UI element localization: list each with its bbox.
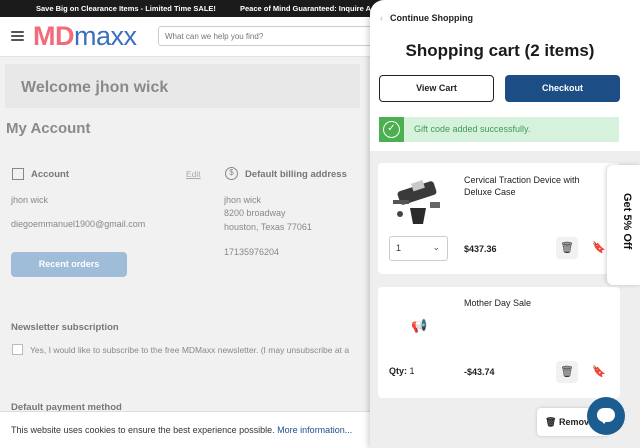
bookmark-icon[interactable]: 🔖 [588,361,610,383]
megaphone-icon: 📢 [411,318,428,333]
discount-tab-label: Get 5% Off [621,193,633,250]
item-price: -$43.74 [464,367,495,377]
welcome-banner: Welcome jhon wick [5,64,360,108]
search-input[interactable] [158,26,378,46]
edit-link[interactable]: Edit [186,169,201,179]
discount-tab[interactable]: Get 5% Off [607,165,640,285]
promo-item: Save Big on Clearance Items - Limited Ti… [36,4,216,13]
chat-button[interactable] [587,397,625,435]
continue-label: Continue Shopping [390,13,473,23]
continue-shopping-link[interactable]: ‹ Continue Shopping [380,13,473,23]
billing-heading: Default billing address [245,169,347,180]
cart-title: Shopping cart (2 items) [405,41,595,60]
recent-orders-button[interactable]: Recent orders [11,252,127,277]
billing-street: 8200 broadway [224,208,286,218]
account-name: jhon wick [11,195,49,205]
trash-icon: 🗑 [545,417,557,427]
account-heading: Account [31,169,69,180]
dollar-icon: $ [225,167,238,180]
logo-maxx: maxx [74,21,137,51]
page-title: My Account [6,120,91,137]
product-image [393,180,440,224]
gift-success-alert: Gift code added successfully. [379,117,619,142]
check-circle-icon: ✓ [383,121,400,138]
newsletter-heading: Newsletter subscription [11,322,119,333]
promo-item: Peace of Mind Guaranteed: Inquire A [240,4,371,13]
chevron-left-icon: ‹ [380,13,383,23]
user-icon [12,168,24,180]
newsletter-text: Yes, I would like to subscribe to the fr… [30,345,350,355]
item-name[interactable]: Cervical Traction Device with Deluxe Cas… [464,174,584,198]
billing-phone: 17135976204 [224,247,280,257]
trash-icon[interactable]: 🗑 [556,237,578,259]
cookie-notice: This website uses cookies to ensure the … [0,411,370,448]
item-name[interactable]: Mother Day Sale [464,297,584,309]
qty-label-text: Qty: [389,366,407,376]
logo[interactable]: MDmaxx [33,21,137,52]
chat-icon [597,408,615,424]
site-header: MDmaxx [0,17,378,57]
logo-md: MD [33,21,75,51]
view-cart-button[interactable]: View Cart [379,75,494,102]
cookie-text: This website uses cookies to ensure the … [11,425,275,435]
cookie-more-link[interactable]: More information... [277,425,352,435]
newsletter-checkbox[interactable] [12,344,23,355]
quantity-value: 1 [396,243,402,253]
checkout-button[interactable]: Checkout [505,75,620,102]
quantity-label: Qty: 1 [389,366,415,376]
menu-icon[interactable] [11,31,24,41]
account-email: diegoemmanuel1900@gmail.com [11,219,146,229]
billing-city: houston, Texas 77061 [224,222,312,232]
quantity-select[interactable]: 1 ⌄ [389,236,448,261]
billing-name: jhon wick [224,195,262,205]
item-price: $437.36 [464,244,497,254]
quantity-value: 1 [409,366,415,376]
chevron-down-icon: ⌄ [432,242,440,252]
trash-icon[interactable]: 🗑 [556,361,578,383]
